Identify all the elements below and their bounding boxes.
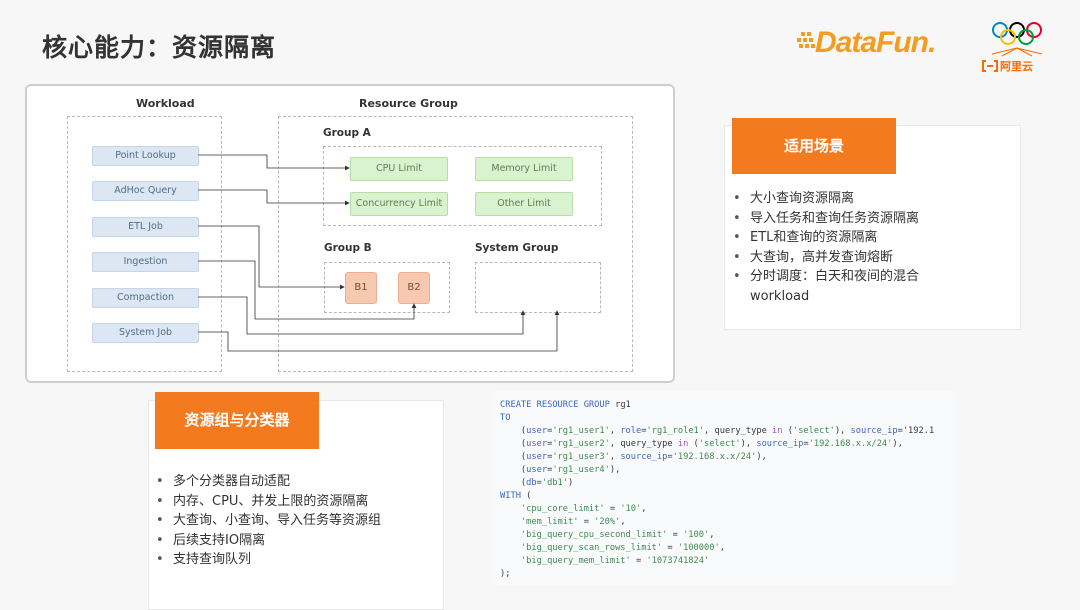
aliyun-olympic-logo: 阿里云 xyxy=(982,18,1052,84)
code-line: TO xyxy=(500,413,511,423)
page-title: 核心能力：资源隔离 xyxy=(42,33,277,62)
sql-code-block: CREATE RESOURCE GROUP rg1 TO (user='rg1_u… xyxy=(494,391,954,585)
code-line: 'big_query_scan_rows_limit' = '100000', xyxy=(520,543,725,553)
classifier-item: 后续支持IO隔离 xyxy=(156,531,440,551)
code-line: 'big_query_cpu_second_limit' = '100', xyxy=(520,530,715,540)
code-line: (user='rg1_user2', query_type in ('selec… xyxy=(500,439,903,449)
connector-lines xyxy=(198,154,560,352)
resource-isolation-diagram: Workload Resource Group Group A Group B … xyxy=(25,84,675,383)
connector-adhoc-query xyxy=(198,189,350,206)
classifier-item: 支持查询队列 xyxy=(156,550,440,570)
classifier-title: 资源组与分类器 xyxy=(155,392,319,449)
connector-compaction xyxy=(198,296,526,335)
datafun-wordmark: DataFun. xyxy=(815,26,936,59)
code-line: (user='rg1_user3', source_ip='192.168.x.… xyxy=(500,452,767,462)
scenario-item: 分时调度：白天和夜间的混合 xyxy=(733,267,1013,287)
classifier-item: 大查询、小查询、导入任务等资源组 xyxy=(156,511,440,531)
connector-etl-job xyxy=(198,225,345,290)
olympic-rings-icon xyxy=(991,22,1043,57)
aliyun-wordmark: 阿里云 xyxy=(1000,60,1033,73)
code-line: CREATE RESOURCE GROUP rg1 xyxy=(500,400,631,410)
classifier-item: 内存、CPU、并发上限的资源隔离 xyxy=(156,492,440,512)
datafun-logo: DataFun. xyxy=(797,24,937,64)
code-line: WITH ( xyxy=(500,491,532,501)
classifier-item: 多个分类器自动适配 xyxy=(156,472,440,492)
code-line: (user='rg1_user4'), xyxy=(500,465,621,475)
code-line: ); xyxy=(500,569,511,579)
scenario-item: ETL和查询的资源隔离 xyxy=(733,228,1013,248)
scenarios-list: 大小查询资源隔离 导入任务和查询任务资源隔离 ETL和查询的资源隔离 大查询，高… xyxy=(733,189,1013,307)
scenario-item: 导入任务和查询任务资源隔离 xyxy=(733,209,1013,229)
code-line: 'cpu_core_limit' = '10', xyxy=(520,504,647,514)
aliyun-mark-icon xyxy=(982,60,998,72)
classifier-list: 多个分类器自动适配 内存、CPU、并发上限的资源隔离 大查询、小查询、导入任务等… xyxy=(156,472,440,570)
scenarios-title: 适用场景 xyxy=(732,118,896,174)
scenario-item: 大小查询资源隔离 xyxy=(733,189,1013,209)
code-line: (user='rg1_user1', role='rg1_role1', que… xyxy=(500,426,935,436)
scenario-item: 大查询，高并发查询熔断 xyxy=(733,248,1013,268)
scenario-item-continuation: workload xyxy=(750,288,810,304)
code-line: 'mem_limit' = '20%', xyxy=(520,517,626,527)
code-line: 'big_query_mem_limit' = '1073741824' xyxy=(520,556,710,566)
code-line: (db='db1') xyxy=(500,478,574,488)
connector-system-job xyxy=(198,310,560,352)
connector-point-lookup xyxy=(198,154,350,171)
connector-ingestion xyxy=(198,260,417,320)
